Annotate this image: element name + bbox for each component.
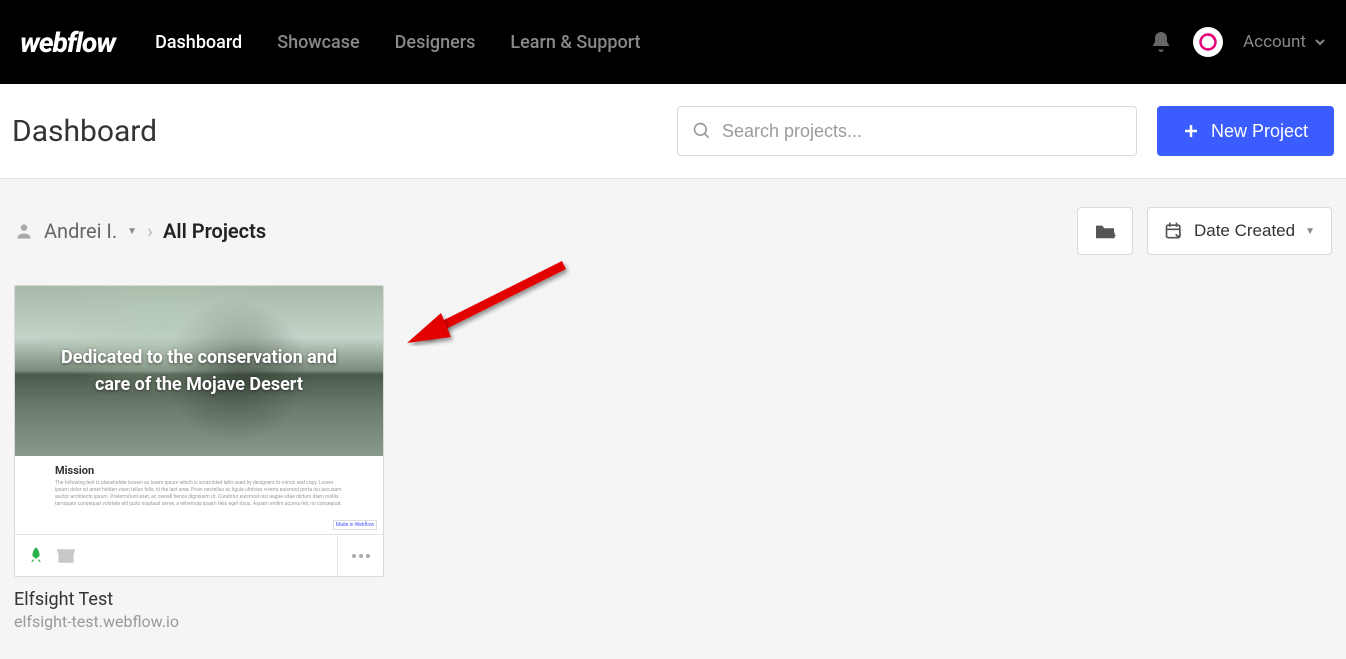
plus-icon — [1183, 123, 1199, 139]
account-label: Account — [1243, 32, 1306, 52]
project-url[interactable]: elfsight-test.webflow.io — [14, 612, 384, 631]
calendar-sort-icon — [1164, 221, 1184, 241]
new-project-label: New Project — [1211, 121, 1308, 142]
new-project-button[interactable]: New Project — [1157, 106, 1334, 156]
preview-mission: Mission The following text is placeholde… — [15, 456, 383, 520]
page-title: Dashboard — [12, 114, 677, 149]
nav-right: Account — [1149, 27, 1326, 57]
project-card-footer — [15, 534, 383, 576]
chevron-down-icon — [1314, 36, 1326, 48]
account-menu[interactable]: Account — [1243, 32, 1326, 52]
nav-link-designers[interactable]: Designers — [395, 32, 476, 53]
caret-down-icon: ▼ — [1305, 226, 1315, 237]
notifications-icon[interactable] — [1149, 30, 1173, 54]
project-grid: Dedicated to the conservation and care o… — [14, 285, 1332, 631]
project-status-icons — [27, 546, 337, 566]
webflow-logo[interactable]: webflow — [20, 26, 115, 59]
breadcrumb-row: Andrei I. ▼ › All Projects + Date Create… — [14, 207, 1332, 255]
rocket-icon[interactable] — [27, 546, 45, 566]
sort-label: Date Created — [1194, 221, 1295, 241]
breadcrumb-current: All Projects — [163, 219, 266, 243]
preview-mission-body: The following text is placeholder known … — [55, 480, 343, 508]
project-more-button[interactable] — [337, 535, 383, 576]
preview-hero: Dedicated to the conservation and care o… — [15, 286, 383, 456]
annotation-arrow — [399, 255, 579, 365]
top-navigation: webflow Dashboard Showcase Designers Lea… — [0, 0, 1346, 84]
project-card[interactable]: Dedicated to the conservation and care o… — [14, 285, 384, 577]
search-input[interactable] — [722, 121, 1122, 142]
project-name[interactable]: Elfsight Test — [14, 589, 384, 610]
project-preview: Dedicated to the conservation and care o… — [15, 286, 383, 534]
breadcrumb-username: Andrei I. — [44, 219, 117, 243]
nav-link-learn-support[interactable]: Learn & Support — [510, 32, 640, 53]
new-folder-button[interactable]: + — [1077, 207, 1133, 255]
preview-badge: Made in Webflow — [333, 520, 377, 530]
project-meta: Elfsight Test elfsight-test.webflow.io — [14, 589, 384, 631]
sort-button[interactable]: Date Created ▼ — [1147, 207, 1332, 255]
nav-links: Dashboard Showcase Designers Learn & Sup… — [155, 32, 1149, 53]
user-avatar[interactable] — [1193, 27, 1223, 57]
chevron-right-icon: › — [147, 219, 153, 243]
breadcrumb: Andrei I. ▼ › All Projects — [14, 219, 1077, 243]
user-icon — [14, 221, 34, 241]
nav-link-showcase[interactable]: Showcase — [277, 32, 359, 53]
project-item: Dedicated to the conservation and care o… — [14, 285, 384, 631]
preview-mission-heading: Mission — [55, 464, 343, 477]
search-icon — [692, 121, 712, 141]
nav-link-dashboard[interactable]: Dashboard — [155, 32, 242, 53]
search-box[interactable] — [677, 106, 1137, 156]
preview-hero-text: Dedicated to the conservation and care o… — [15, 344, 383, 398]
breadcrumb-user-menu[interactable]: Andrei I. ▼ — [14, 219, 137, 243]
breadcrumb-actions: + Date Created ▼ — [1077, 207, 1332, 255]
content-area: Andrei I. ▼ › All Projects + Date Create… — [0, 179, 1346, 659]
header-bar: Dashboard New Project — [0, 84, 1346, 179]
storefront-icon[interactable] — [55, 547, 77, 565]
caret-down-icon: ▼ — [127, 226, 137, 237]
folder-plus-icon: + — [1094, 222, 1116, 240]
svg-text:+: + — [1111, 230, 1116, 240]
